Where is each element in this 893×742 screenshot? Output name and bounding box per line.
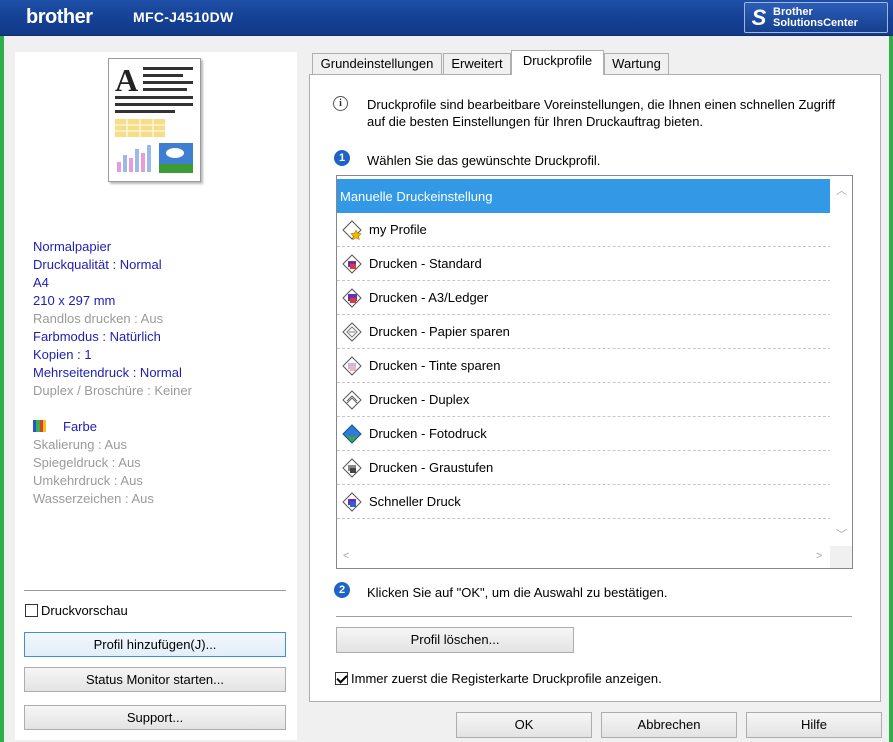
summary-scaling: Skalierung : Aus xyxy=(33,437,127,452)
step-1-icon: 1 xyxy=(334,150,350,166)
profile-list-vertical-scrollbar[interactable]: ︿ ﹀ xyxy=(830,176,852,548)
scroll-up-icon[interactable]: ︿ xyxy=(836,182,847,198)
tab-erweitert[interactable]: Erweitert xyxy=(443,53,511,74)
ink-save-icon xyxy=(341,355,363,377)
step-2-icon: 2 xyxy=(334,582,350,598)
photo-icon xyxy=(341,423,363,445)
help-button[interactable]: Hilfe xyxy=(746,712,882,738)
summary-color: Farbe xyxy=(33,417,97,435)
duplex-icon xyxy=(341,389,363,411)
svg-text:A: A xyxy=(115,62,138,98)
scroll-right-icon[interactable]: > xyxy=(816,550,822,562)
profile-label: Drucken - Standard xyxy=(369,256,482,271)
cancel-button[interactable]: Abbrechen xyxy=(601,712,737,738)
info-text-line-2: auf die besten Einstellungen für Ihren D… xyxy=(367,114,704,129)
summary-copies: Kopien : 1 xyxy=(33,347,92,362)
tab-wartung[interactable]: Wartung xyxy=(604,53,669,74)
scroll-corner xyxy=(830,546,852,568)
star-profile-icon xyxy=(341,219,363,241)
profile-label: Drucken - Graustufen xyxy=(369,460,494,475)
solutions-line-2: SolutionsCenter xyxy=(773,16,858,29)
profile-label: Drucken - Tinte sparen xyxy=(369,358,501,373)
support-button[interactable]: Support... xyxy=(24,705,286,730)
step-2-text: Klicken Sie auf "OK", um die Auswahl zu … xyxy=(367,585,668,600)
settings-summary-extra: Skalierung : Aus Spiegeldruck : Aus Umke… xyxy=(33,436,154,508)
profile-item-duplex[interactable]: Drucken - Duplex xyxy=(337,383,831,417)
scroll-left-icon[interactable]: < xyxy=(343,550,349,562)
profile-item-my-profile[interactable]: my Profile xyxy=(337,213,831,247)
model-name: MFC-J4510DW xyxy=(133,9,234,25)
summary-color-mode: Farbmodus : Natürlich xyxy=(33,329,161,344)
settings-summary: Normalpapier Druckqualität : Normal A4 2… xyxy=(33,238,293,400)
print-preview-option[interactable]: Druckvorschau xyxy=(25,603,128,618)
delete-profile-button[interactable]: Profil löschen... xyxy=(336,627,574,653)
summary-duplex: Duplex / Broschüre : Keiner xyxy=(33,383,192,398)
summary-paper-type: Normalpapier xyxy=(33,239,112,254)
solutions-label: Brother SolutionsCenter xyxy=(773,5,858,29)
profile-label: Drucken - Fotodruck xyxy=(369,426,487,441)
summary-borderless: Randlos drucken : Aus xyxy=(33,311,164,326)
always-show-label: Immer zuerst die Registerkarte Druckprof… xyxy=(351,671,662,686)
summary-dimensions: 210 x 297 mm xyxy=(33,293,116,308)
summary-print-quality: Druckqualität : Normal xyxy=(33,257,162,272)
ok-button[interactable]: OK xyxy=(456,712,592,738)
printer-profile-icon xyxy=(341,287,363,309)
summary-watermark: Wasserzeichen : Aus xyxy=(33,491,154,506)
summary-paper-size: A4 xyxy=(33,275,49,290)
scroll-down-icon[interactable]: ﹀ xyxy=(836,526,847,542)
tab-grundeinstellungen[interactable]: Grundeinstellungen xyxy=(312,53,442,74)
printer-profile-icon xyxy=(341,253,363,275)
profile-item-manual[interactable]: Manuelle Druckeinstellung xyxy=(337,179,831,213)
profile-item-ink-save[interactable]: Drucken - Tinte sparen xyxy=(337,349,831,383)
summary-mirror: Spiegeldruck : Aus xyxy=(33,455,141,470)
summary-color-label: Farbe xyxy=(63,418,97,434)
info-text-line-1: Druckprofile sind bearbeitbare Voreinste… xyxy=(367,97,836,112)
profile-item-photo[interactable]: Drucken - Fotodruck xyxy=(337,417,831,451)
profile-label: Manuelle Druckeinstellung xyxy=(340,188,493,204)
tab-druckprofile[interactable]: Druckprofile xyxy=(511,50,604,75)
summary-multipage: Mehrseitendruck : Normal xyxy=(33,365,182,380)
color-bars-icon xyxy=(33,420,46,432)
main-divider xyxy=(336,616,852,617)
title-bar: brother MFC-J4510DW S Brother SolutionsC… xyxy=(0,0,893,36)
profile-label: my Profile xyxy=(369,222,427,237)
document-preview-icon: A xyxy=(115,62,193,173)
profile-label: Schneller Druck xyxy=(369,494,461,509)
summary-reverse: Umkehrdruck : Aus xyxy=(33,473,143,488)
left-divider xyxy=(24,590,286,591)
info-icon: i xyxy=(333,96,348,111)
page-preview: A xyxy=(108,58,201,182)
profile-list-horizontal-scrollbar[interactable]: < > xyxy=(337,546,831,568)
profile-item-a3-ledger[interactable]: Drucken - A3/Ledger xyxy=(337,281,831,315)
profile-label: Drucken - A3/Ledger xyxy=(369,290,489,305)
solutions-center-button[interactable]: S Brother SolutionsCenter xyxy=(744,2,888,33)
brother-logo: brother xyxy=(26,6,93,28)
solutions-line-1: Brother xyxy=(773,5,813,18)
printer-profile-icon xyxy=(341,491,363,513)
profile-item-standard[interactable]: Drucken - Standard xyxy=(337,247,831,281)
profile-label: Drucken - Papier sparen xyxy=(369,324,510,339)
print-preview-checkbox[interactable] xyxy=(25,604,38,617)
profile-list[interactable]: Manuelle Druckeinstellung my Profile Dru… xyxy=(336,175,853,569)
paper-save-icon xyxy=(341,321,363,343)
always-show-checkbox[interactable] xyxy=(335,672,348,685)
profile-label: Drucken - Duplex xyxy=(369,392,470,407)
solutions-s-icon: S xyxy=(751,4,767,30)
status-monitor-button[interactable]: Status Monitor starten... xyxy=(24,667,286,692)
step-1-text: Wählen Sie das gewünschte Druckprofil. xyxy=(367,153,601,168)
always-show-option[interactable]: Immer zuerst die Registerkarte Druckprof… xyxy=(335,671,662,686)
add-profile-button[interactable]: Profil hinzufügen(J)... xyxy=(24,632,286,657)
profile-item-paper-save[interactable]: Drucken - Papier sparen xyxy=(337,315,831,349)
profile-item-quick-print[interactable]: Schneller Druck xyxy=(337,485,831,519)
profile-item-grayscale[interactable]: Drucken - Graustufen xyxy=(337,451,831,485)
print-preview-label: Druckvorschau xyxy=(41,603,128,618)
grayscale-icon xyxy=(341,457,363,479)
